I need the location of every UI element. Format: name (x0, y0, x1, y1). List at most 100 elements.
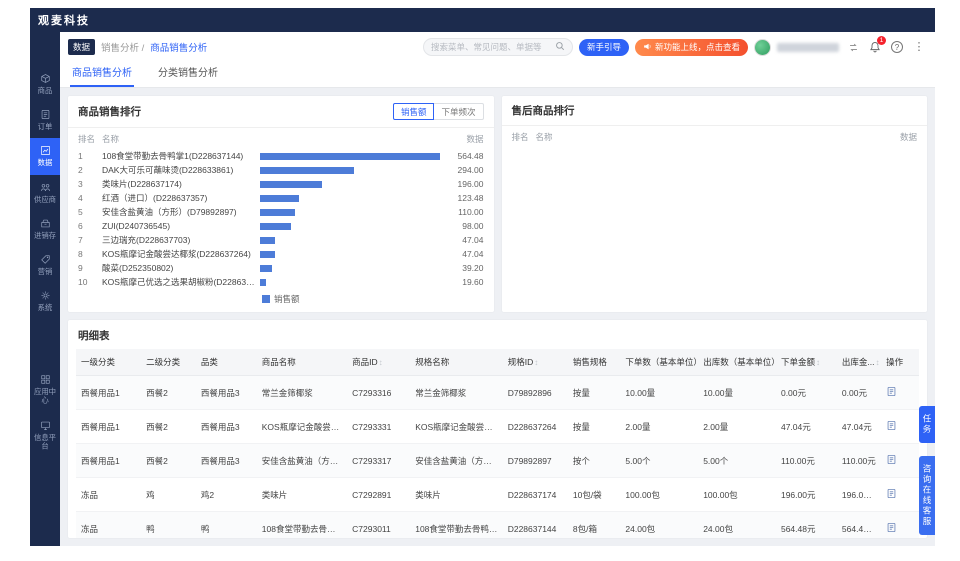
toggle-order-frequency[interactable]: 下单频次 (433, 103, 483, 120)
sidebar-item-system[interactable]: 系统 (30, 283, 60, 319)
main-area: 数据 销售分析 / 商品销售分析 搜索菜单、常见问题、单据等 新手引导 新功能上… (60, 32, 935, 546)
rank-number: 3 (78, 179, 102, 189)
inventory-icon (40, 218, 51, 229)
sidebar-item-marketing[interactable]: 营销 (30, 247, 60, 283)
sort-icon[interactable]: ↕ (534, 358, 538, 367)
product-sales-rank-panel: 商品销售排行 销售额 下单频次 排名 名称 数据 1108食堂带勤去骨鸭掌1(D… (68, 96, 494, 312)
platform-icon (40, 420, 51, 431)
table-cell: D228637264 (503, 410, 568, 444)
rank-bar (260, 265, 440, 272)
rank-row: 1108食堂带勤去骨鸭掌1(D228637144) 564.48 (78, 149, 484, 163)
sidebar-item-orders[interactable]: 订单 (30, 102, 60, 138)
table-cell: 196.00元 (776, 478, 837, 512)
rank-bar (260, 181, 440, 188)
table-cell: 西餐用品3 (196, 410, 257, 444)
rank-bar (260, 167, 440, 174)
supplier-icon (40, 182, 51, 193)
view-detail-icon[interactable] (886, 454, 897, 465)
sidebar-item-goods[interactable]: 商品 (30, 66, 60, 102)
table-cell: 110.00元 (837, 444, 881, 478)
table-cell: 564.48元 (837, 512, 881, 539)
switch-icon[interactable] (845, 39, 861, 55)
column-header[interactable]: 下单数（基本单位）↕ (620, 349, 698, 376)
rank-bar (260, 279, 440, 286)
panel-title: 售后商品排行 (512, 103, 575, 118)
rank-bar (260, 209, 440, 216)
content-area: 商品销售排行 销售额 下单频次 排名 名称 数据 1108食堂带勤去骨鸭掌1(D… (60, 88, 935, 546)
sidebar-item-supplier[interactable]: 供应商 (30, 175, 60, 211)
orders-icon (40, 109, 51, 120)
table-cell: C7293316 (347, 376, 410, 410)
column-header: 商品名称 (257, 349, 347, 376)
sidebar-item-label: 商品 (32, 86, 58, 94)
table-cell: 按量 (568, 376, 621, 410)
new-feature-button[interactable]: 新功能上线，点击查看 (635, 39, 748, 56)
rank-table-header: 排名 名称 数据 (502, 126, 928, 146)
table-cell: C7293011 (347, 512, 410, 539)
rank-value: 196.00 (440, 179, 484, 189)
view-detail-icon[interactable] (886, 386, 897, 397)
column-header[interactable]: 下单金额↕ (776, 349, 837, 376)
sidebar-item-label: 进销存 (32, 231, 58, 239)
table-row: 西餐用品1西餐2西餐用品3常兰金筛椰浆C7293316常兰金筛椰浆D798928… (76, 376, 919, 410)
help-icon[interactable]: ? (889, 39, 905, 55)
column-header[interactable]: 商品ID↕ (347, 349, 410, 376)
column-header[interactable]: 出库数（基本单位）↕ (698, 349, 776, 376)
table-cell: 西餐用品3 (196, 444, 257, 478)
rank-number: 8 (78, 249, 102, 259)
rank-product-name: 108食堂带勤去骨鸭掌1(D228637144) (102, 150, 260, 162)
task-float-tab[interactable]: 任务 (919, 406, 935, 443)
table-cell: 110.00元 (776, 444, 837, 478)
sidebar-item-platform[interactable]: 信息平台 (30, 413, 60, 458)
column-header[interactable]: 规格ID↕ (503, 349, 568, 376)
table-cell: 安佳含盐黄油（方形） (257, 444, 347, 478)
tab-category-sales-analysis[interactable]: 分类销售分析 (156, 64, 220, 87)
rank-number: 5 (78, 207, 102, 217)
notification-bell-icon[interactable]: 1 (867, 39, 883, 55)
rank-number: 1 (78, 151, 102, 161)
system-icon (40, 290, 51, 301)
table-cell: 类味片 (257, 478, 347, 512)
toggle-sales-amount[interactable]: 销售额 (393, 103, 435, 120)
new-feature-label: 新功能上线，点击查看 (655, 41, 740, 53)
table-cell: 100.00包 (620, 478, 698, 512)
breadcrumb-bar: 数据 销售分析 / 商品销售分析 搜索菜单、常见问题、单据等 新手引导 新功能上… (60, 32, 935, 62)
table-cell: 冻品 (76, 478, 141, 512)
tab-product-sales-analysis[interactable]: 商品销售分析 (70, 64, 134, 87)
table-row: 西餐用品1西餐2西餐用品3安佳含盐黄油（方形）C7293317安佳含盐黄油（方形… (76, 444, 919, 478)
table-cell: D228637174 (503, 478, 568, 512)
sidebar-item-apps[interactable]: 应用中心 (30, 367, 60, 412)
rank-value: 564.48 (440, 151, 484, 161)
sort-icon[interactable]: ↕ (876, 358, 880, 367)
sort-icon[interactable]: ↕ (379, 358, 383, 367)
table-cell: 8包/箱 (568, 512, 621, 539)
sort-icon[interactable]: ↕ (816, 358, 820, 367)
legend-label: 销售额 (274, 293, 300, 305)
sidebar-item-data[interactable]: 数据 (30, 138, 60, 174)
table-cell: 按个 (568, 444, 621, 478)
customer-service-float-tab[interactable]: 咨询在线客服 (919, 456, 935, 535)
user-name-blurred[interactable] (777, 43, 839, 52)
avatar[interactable] (754, 39, 771, 56)
sidebar-item-inventory[interactable]: 进销存 (30, 211, 60, 247)
more-menu-icon[interactable]: ⋮ (911, 39, 927, 55)
column-header[interactable]: 出库金...↕ (837, 349, 881, 376)
view-detail-icon[interactable] (886, 522, 897, 533)
rank-product-name: 类味片(D228637174) (102, 178, 260, 190)
guide-button[interactable]: 新手引导 (579, 39, 629, 56)
search-input[interactable]: 搜索菜单、常见问题、单据等 (423, 38, 573, 56)
column-header: 品类 (196, 349, 257, 376)
operation-cell (881, 478, 919, 512)
table-cell: 2.00量 (698, 410, 776, 444)
table-cell: 安佳含盐黄油（方形） (410, 444, 502, 478)
table-cell: D79892897 (503, 444, 568, 478)
view-detail-icon[interactable] (886, 488, 897, 499)
rank-row: 6ZUI(D240736545)98.00 (78, 219, 484, 233)
detail-table-wrap[interactable]: 一级分类二级分类品类商品名称商品ID↕规格名称规格ID↕销售规格下单数（基本单位… (68, 349, 927, 538)
view-detail-icon[interactable] (886, 420, 897, 431)
table-cell: 10包/袋 (568, 478, 621, 512)
rank-number: 10 (78, 277, 102, 287)
table-cell: D79892896 (503, 376, 568, 410)
table-cell: 5.00个 (620, 444, 698, 478)
rank-metric-toggle: 销售额 下单频次 (393, 103, 484, 120)
